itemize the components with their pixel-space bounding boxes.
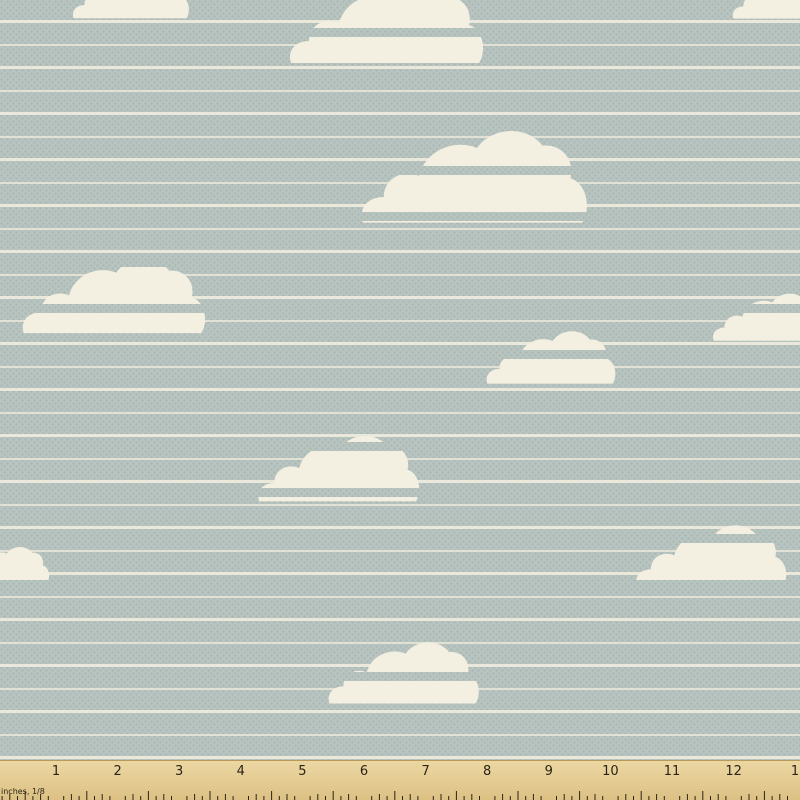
horizontal-stripe xyxy=(0,44,800,46)
gap-band xyxy=(0,442,800,451)
ruler-number: 12 xyxy=(725,764,742,779)
ruler-number: 10 xyxy=(602,764,619,779)
horizontal-stripe xyxy=(0,756,800,759)
gap-band xyxy=(0,672,800,681)
horizontal-stripe xyxy=(0,504,800,506)
gap-band xyxy=(0,120,800,129)
ruler-number: 8 xyxy=(483,764,492,779)
horizontal-stripe xyxy=(0,342,800,345)
horizontal-stripe xyxy=(0,412,800,414)
horizontal-stripe xyxy=(0,296,800,299)
horizontal-stripe xyxy=(0,642,800,644)
horizontal-stripe xyxy=(0,66,800,69)
ruler-number: 1 xyxy=(51,764,61,779)
horizontal-stripe xyxy=(0,710,800,713)
horizontal-stripe xyxy=(0,366,800,368)
gap-band xyxy=(0,580,800,589)
gap-band xyxy=(0,304,800,313)
ruler-number: 2 xyxy=(113,764,122,779)
fabric-pattern xyxy=(0,0,800,800)
horizontal-stripe xyxy=(0,320,800,322)
horizontal-stripe xyxy=(0,550,800,552)
gap-band xyxy=(0,350,800,359)
ruler-number: 1 xyxy=(790,764,800,779)
gap-band xyxy=(0,74,800,83)
ruler-number: 11 xyxy=(663,764,681,779)
gap-band xyxy=(0,212,800,221)
horizontal-stripe xyxy=(0,434,800,437)
horizontal-stripe xyxy=(0,112,800,115)
ruler-number: 7 xyxy=(421,764,430,779)
gap-band xyxy=(0,396,800,405)
gap-band xyxy=(0,534,800,543)
horizontal-stripe xyxy=(0,20,800,23)
horizontal-stripe xyxy=(0,90,800,92)
ruler-number: 3 xyxy=(175,764,184,779)
ruler-number: 9 xyxy=(544,764,553,779)
horizontal-stripe xyxy=(0,688,800,690)
gap-band xyxy=(0,626,800,635)
horizontal-stripe xyxy=(0,274,800,276)
horizontal-stripe xyxy=(0,480,800,483)
horizontal-stripe xyxy=(0,526,800,529)
measuring-ruler: 1 2 3 4 5 6 7 8 9 10 11 12 1 inches, 1/8 xyxy=(0,760,800,800)
horizontal-stripe xyxy=(0,618,800,621)
gap-band xyxy=(0,28,800,37)
ruler-number: 5 xyxy=(298,764,307,779)
ruler-unit-label: inches, 1/8 xyxy=(1,787,45,796)
ruler-number: 6 xyxy=(359,764,369,779)
horizontal-stripe xyxy=(0,734,800,736)
horizontal-stripe xyxy=(0,228,800,230)
horizontal-stripe xyxy=(0,458,800,460)
gap-band xyxy=(0,488,800,497)
horizontal-stripe xyxy=(0,596,800,598)
horizontal-stripe xyxy=(0,664,800,667)
fabric-swatch: 1 2 3 4 5 6 7 8 9 10 11 12 1 inches, 1/8 xyxy=(0,0,800,800)
horizontal-stripe xyxy=(0,204,800,207)
horizontal-stripe xyxy=(0,572,800,575)
horizontal-stripe xyxy=(0,136,800,138)
horizontal-stripe xyxy=(0,158,800,161)
gap-band xyxy=(0,166,800,175)
horizontal-stripe xyxy=(0,388,800,391)
ruler-number: 4 xyxy=(236,764,245,779)
gap-band xyxy=(0,258,800,267)
horizontal-stripe xyxy=(0,182,800,184)
gap-band xyxy=(0,718,800,727)
horizontal-stripe xyxy=(0,250,800,253)
cloud-shape xyxy=(72,0,189,19)
